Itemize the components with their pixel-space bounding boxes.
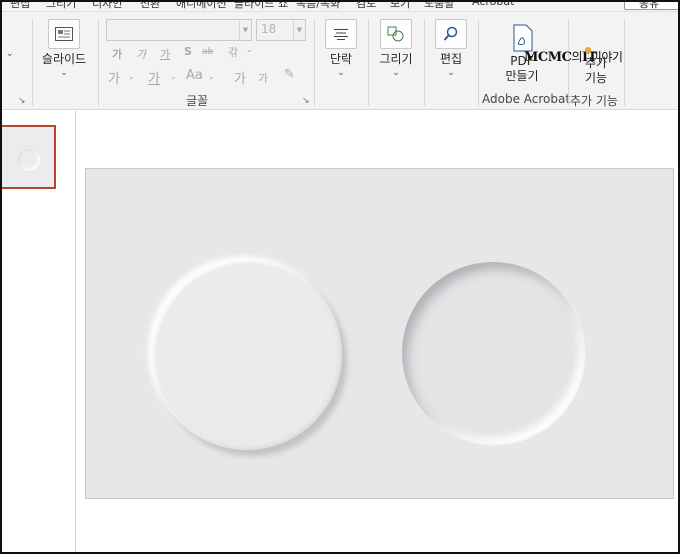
spacing-button[interactable]: 갂 xyxy=(228,44,238,60)
chevron-down-icon: ⌄ xyxy=(60,68,68,78)
strikethrough-button[interactable]: ab xyxy=(202,47,213,57)
chevron-down-icon: ⌄ xyxy=(337,68,345,78)
clear-formatting-icon[interactable]: ✎ xyxy=(284,67,295,82)
tab-acrobat[interactable]: Acrobat xyxy=(472,0,514,8)
italic-button[interactable]: 가 xyxy=(136,46,146,62)
chevron-down-icon[interactable]: ⌄ xyxy=(208,72,215,81)
slide-thumbnail[interactable] xyxy=(0,125,56,189)
grow-font-button[interactable]: 가 xyxy=(234,68,246,87)
watermark-tail: 이야기 xyxy=(590,50,623,64)
new-slide-label: 슬라이드 xyxy=(41,52,87,66)
paragraph-button[interactable]: 단락 ⌄ xyxy=(322,19,360,79)
chevron-down-icon[interactable]: ⌄ xyxy=(128,72,135,81)
tab-design[interactable]: 디자인 xyxy=(92,0,122,11)
slide-editor-canvas xyxy=(77,111,680,554)
chevron-down-icon[interactable]: ▼ xyxy=(293,20,305,40)
raised-circle-shape[interactable] xyxy=(152,260,342,450)
watermark-mid: 의 xyxy=(571,50,583,64)
dialog-launcher-icon[interactable]: ↘ xyxy=(18,96,26,106)
tab-record[interactable]: 녹음/녹화 xyxy=(296,0,340,11)
addins-line2: 기능 xyxy=(584,71,608,85)
watermark-brand: MCMC xyxy=(524,50,572,65)
separator xyxy=(368,20,369,106)
bold-button[interactable]: 가 xyxy=(112,46,122,62)
slide[interactable] xyxy=(85,168,674,499)
chevron-down-icon[interactable]: ⌄ xyxy=(246,45,253,54)
tab-help[interactable]: 도움말 xyxy=(424,0,454,11)
chevron-down-icon[interactable]: ▼ xyxy=(239,20,251,40)
separator xyxy=(624,20,625,106)
tab-transitions[interactable]: 전환 xyxy=(140,0,160,11)
create-pdf-line2: 만들기 xyxy=(505,69,539,83)
ribbon: ⌄ ↘ 슬라이드 ⌄ ▼ 18 ▼ 가 가 가 S ab 갂 ⌄ 가 ⌄ 가 ⌄… xyxy=(0,12,680,110)
underline-button[interactable]: 가 xyxy=(160,46,170,62)
drawing-button[interactable]: 그리기 ⌄ xyxy=(374,19,418,79)
shadow-button[interactable]: S xyxy=(184,45,192,58)
acrobat-group-label: Adobe Acrobat xyxy=(482,92,571,106)
tab-edit[interactable]: 편집 xyxy=(10,0,30,11)
paragraph-label: 단락 xyxy=(329,52,353,66)
font-size-combo[interactable]: 18 ▼ xyxy=(256,19,306,41)
editing-label: 편집 xyxy=(439,52,463,66)
font-color-button[interactable]: 가 xyxy=(148,68,160,87)
chevron-down-icon: ⌄ xyxy=(447,68,455,78)
dialog-launcher-icon[interactable]: ↘ xyxy=(302,96,310,106)
chevron-down-icon[interactable]: ⌄ xyxy=(6,48,14,60)
thumbnail-circle-shape xyxy=(18,149,40,171)
font-group-label: 글꼴 xyxy=(186,94,209,108)
search-icon xyxy=(435,19,467,49)
shrink-font-button[interactable]: 가 xyxy=(258,70,268,86)
separator xyxy=(32,20,33,106)
tab-view[interactable]: 보기 xyxy=(390,0,410,11)
new-slide-button[interactable]: 슬라이드 ⌄ xyxy=(38,19,90,79)
ribbon-tab-strip: 편집 그리기 디자인 전환 애니메이션 슬라이드 쇼 녹음/녹화 검토 보기 도… xyxy=(0,0,680,12)
tab-review[interactable]: 검토 xyxy=(356,0,376,11)
drawing-label: 그리기 xyxy=(379,52,413,66)
change-case-button[interactable]: Aa xyxy=(186,68,203,83)
addins-group-label: 추가 기능 xyxy=(570,94,618,108)
slide-thumbnail-pane xyxy=(0,111,76,554)
shapes-icon xyxy=(380,19,412,49)
separator xyxy=(98,20,99,106)
chevron-down-icon: ⌄ xyxy=(392,68,400,78)
font-name-combo[interactable]: ▼ xyxy=(106,19,252,41)
sunken-circle-shape[interactable] xyxy=(402,262,584,444)
separator xyxy=(314,20,315,106)
chevron-down-icon[interactable]: ⌄ xyxy=(170,72,177,81)
editing-button[interactable]: 편집 ⌄ xyxy=(432,19,470,79)
highlight-button[interactable]: 가 xyxy=(108,68,120,87)
tab-slideshow[interactable]: 슬라이드 쇼 xyxy=(234,0,288,11)
slide-layout-icon xyxy=(48,19,80,49)
separator xyxy=(424,20,425,106)
tab-animations[interactable]: 애니메이션 xyxy=(176,0,227,11)
share-button[interactable]: 공유 xyxy=(624,0,680,10)
watermark-dot-icon xyxy=(584,47,591,53)
tab-draw[interactable]: 그리기 xyxy=(46,0,76,11)
separator xyxy=(478,20,479,106)
paragraph-icon xyxy=(325,19,357,49)
font-size-value: 18 xyxy=(261,22,277,36)
watermark-logo: MCMC의IT이야기 xyxy=(524,47,623,65)
